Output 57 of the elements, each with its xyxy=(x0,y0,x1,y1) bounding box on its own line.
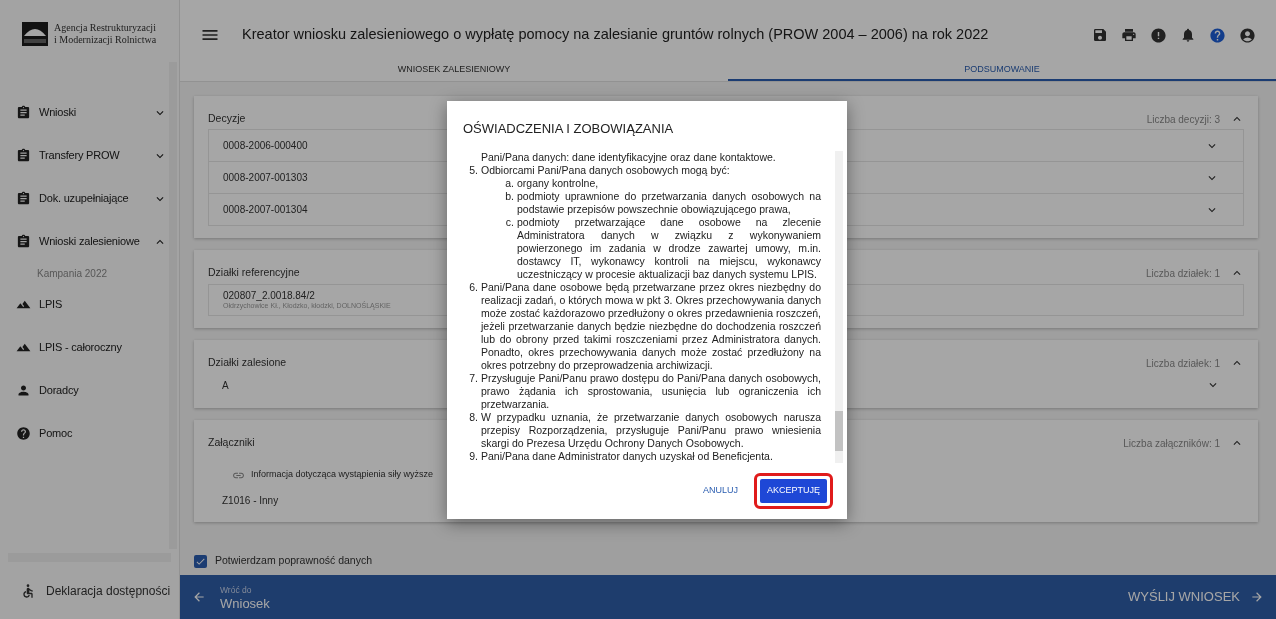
list-marker: a. xyxy=(504,176,515,190)
parcel-number: 020807_2.0018.84/2 xyxy=(223,290,315,301)
sidebar-label: Transfery PROW xyxy=(39,148,120,164)
decision-number: 0008-2006-000400 xyxy=(223,139,308,153)
sidebar-label: Dok. uzupełniające xyxy=(39,191,129,207)
sidebar-item[interactable]: LPIS xyxy=(0,283,169,326)
sidebar-item[interactable]: Doradcy xyxy=(0,369,169,412)
sidebar-item[interactable]: Dok. uzupełniające xyxy=(0,177,169,220)
sidebar-item[interactable]: LPIS - całoroczny xyxy=(0,326,169,369)
paragraph: Odbiorcami Pani/Pana danych osobowych mogą być: xyxy=(481,163,731,177)
accept-button[interactable]: AKCEPTUJĘ xyxy=(760,478,827,503)
list-marker: 7. xyxy=(468,371,479,386)
section-count: Liczba działek: 1 xyxy=(1146,356,1220,371)
sidebar-item[interactable]: Wnioski xyxy=(0,91,169,134)
sidebar-item[interactable]: Wnioski zalesieniowe xyxy=(0,220,169,263)
list-marker: 8. xyxy=(468,410,479,425)
forest-parcel-label: A xyxy=(222,378,229,393)
confirm-label: Potwierdzam poprawność danych xyxy=(215,553,372,569)
paragraph: Pani/Pana dane Administrator danych uzyskał od Beneficjenta. xyxy=(481,449,774,463)
tab[interactable]: WNIOSEK ZALESIENIOWY xyxy=(180,60,728,81)
dialog-title: OŚWIADCZENIA I ZOBOWIĄZANIA xyxy=(462,120,675,138)
list-marker: 5. xyxy=(468,163,479,178)
paragraph: Pani/Pana dane osobowe będą przetwarzane przez okres niezbędny do realizacji zadań, o których mowa w pkt 3. Okres przechowywania danych może zostać każdorazowo przedłużony o okres przedawnienia roszczeń, jeżeli przetwarzanie danych będzie niezbędne do dochodzenia roszczeń lub do obrony przed takimi roszczeniami przez Administratora danych. Ponadto, okres przechowywania danych może zostać przedłużony na okres potrzebny do przeprowadzenia archiwizacji. xyxy=(481,280,821,372)
sidebar-label: LPIS - całoroczny xyxy=(39,340,122,356)
sidebar-label: Wnioski zalesieniowe xyxy=(39,234,140,250)
list-marker: 6. xyxy=(468,280,479,295)
sidebar-label: Doradcy xyxy=(39,383,79,399)
back-label: Wniosek xyxy=(220,597,270,611)
section-count: Liczba załączników: 1 xyxy=(1123,436,1220,451)
agency-name: i Modernizacji Rolnictwa xyxy=(54,34,157,46)
list-marker: 9. xyxy=(468,449,479,463)
sidebar-label: Pomoc xyxy=(39,426,73,442)
paragraph: W przypadku uznania, że przetwarzanie danych osobowych narusza przepisy Rozporządzenia, przysługuje Pani/Panu prawo wniesienia skargi do Prezesa Urzędu Ochrony Danych Osobowych. xyxy=(481,410,821,450)
sidebar-item[interactable]: Transfery PROW xyxy=(0,134,169,177)
sidebar-item[interactable]: Pomoc xyxy=(0,412,169,455)
back-button[interactable]: Wróć do Wniosek xyxy=(180,583,270,611)
submit-button[interactable]: WYŚLIJ WNIOSEK xyxy=(1128,587,1264,607)
section-title: Decyzje xyxy=(208,111,246,127)
accessibility-link[interactable]: Deklaracja dostępności xyxy=(46,581,171,600)
sidebar-label: Wnioski xyxy=(39,105,77,121)
agency-name: Agencja Restrukturyzacji xyxy=(54,22,157,34)
section-count: Liczba decyzji: 3 xyxy=(1146,112,1220,127)
page-title: Kreator wniosku zalesieniowego o wypłatę pomocy na zalesianie gruntów rolnych (PROW 2004 – 2006) na rok 2022 xyxy=(242,25,990,45)
attachment-type: Z1016 - Inny xyxy=(222,493,279,508)
section-count: Liczba działek: 1 xyxy=(1146,266,1220,281)
section-title: Działki referencyjne xyxy=(208,265,300,281)
paragraph: Pani/Pana danych: dane identyfikacyjne oraz dane kontaktowe. xyxy=(481,150,777,164)
section-title: Działki zalesione xyxy=(208,355,287,371)
paragraph: organy kontrolne, xyxy=(517,176,600,190)
decision-number: 0008-2007-001304 xyxy=(223,203,308,217)
sidebar-label: LPIS xyxy=(39,297,63,313)
section-title: Załączniki xyxy=(208,435,255,451)
attachment-link[interactable]: Informacja dotycząca wystąpienia siły wyższe xyxy=(251,468,434,482)
decision-number: 0008-2007-001303 xyxy=(223,171,308,185)
back-caption: Wróć do xyxy=(220,584,253,597)
paragraph: Przysługuje Pani/Panu prawo dostępu do Pani/Pana danych osobowych, prawo żądania ich sprostowania, usunięcia lub ograniczenia ich przetwarzania. xyxy=(481,371,821,411)
cancel-button[interactable]: ANULUJ xyxy=(696,478,744,503)
